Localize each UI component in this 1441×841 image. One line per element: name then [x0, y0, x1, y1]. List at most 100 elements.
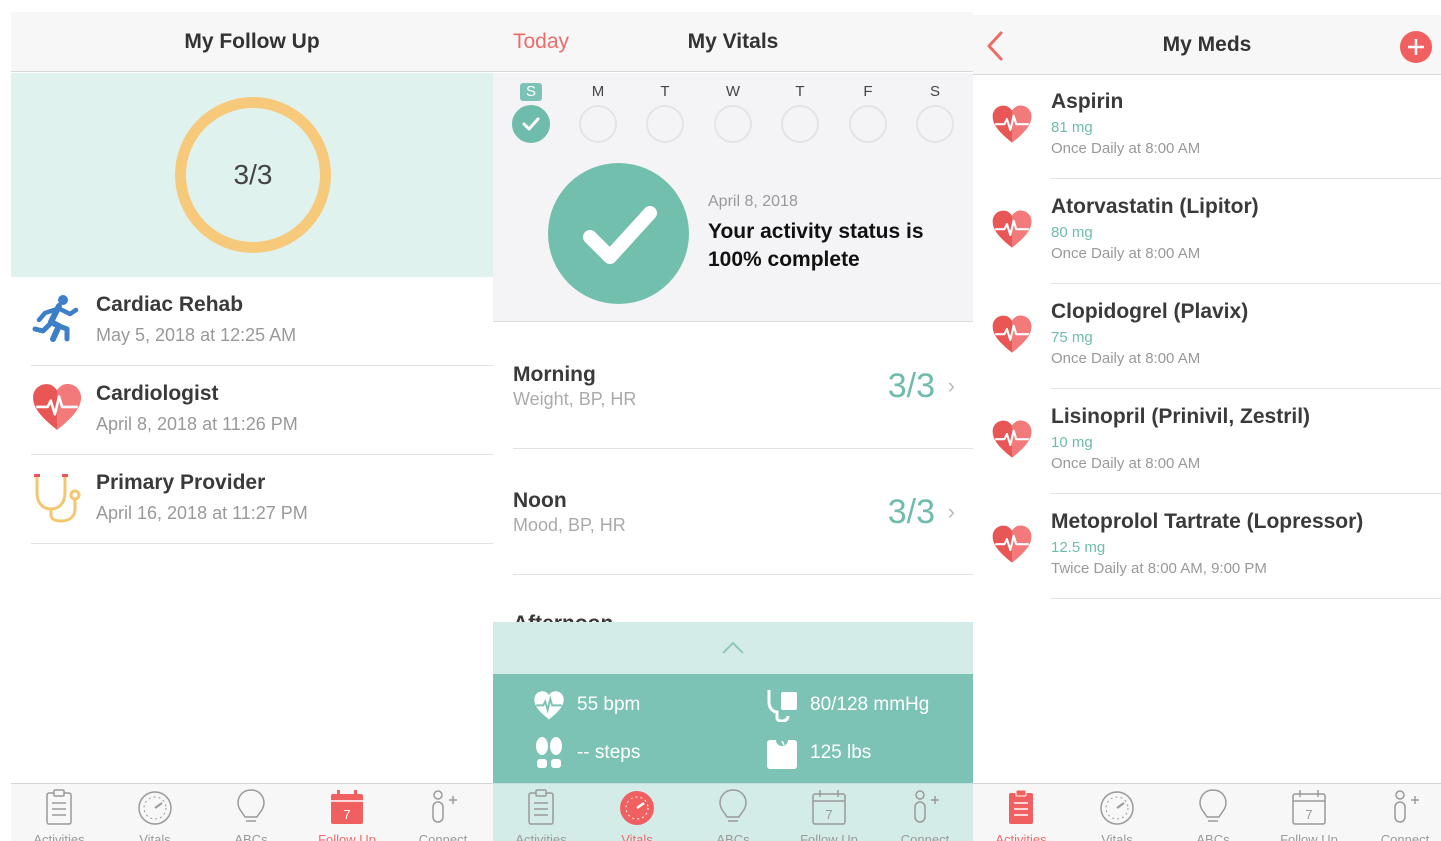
tab-vitals[interactable]: Vitals	[1069, 788, 1165, 841]
med-name: Metoprolol Tartrate (Lopressor)	[1051, 510, 1364, 533]
heart-icon	[31, 382, 83, 434]
tab-connect[interactable]: Connect	[877, 788, 973, 841]
tab-vitals[interactable]: Vitals	[107, 788, 203, 841]
week-status-header: S M T W T F S April 8, 2018 Your activit…	[493, 73, 973, 322]
person-add-icon	[914, 790, 939, 823]
progress-label: 3/3	[233, 159, 273, 190]
lightbulb-icon	[1199, 789, 1227, 822]
med-dose: 80 mg	[1051, 224, 1093, 241]
weight-metric: 125 lbs	[766, 736, 966, 770]
tab-label: Follow Up	[1280, 832, 1338, 841]
item-date: May 5, 2018 at 12:25 AM	[96, 325, 297, 345]
clipboard-icon	[46, 789, 72, 825]
heart-icon	[991, 209, 1033, 251]
day-sunday[interactable]: S	[511, 83, 551, 143]
med-dose: 81 mg	[1051, 119, 1093, 136]
tab-abcs[interactable]: ABCs	[1165, 788, 1261, 841]
row-count: 3/3	[887, 493, 935, 531]
vitals-row-afternoon-partial[interactable]: Afternoon	[513, 612, 613, 622]
row-title: Morning	[513, 363, 596, 386]
tab-connect[interactable]: Connect	[1357, 788, 1441, 841]
meds-navbar: My Meds	[973, 15, 1441, 75]
page-title: My Vitals	[687, 30, 779, 53]
tab-label: ABCs	[1196, 832, 1230, 841]
day-monday[interactable]: M	[578, 83, 618, 143]
day-wednesday[interactable]: W	[713, 83, 753, 143]
follow-up-item-cardiologist[interactable]: Cardiologist April 8, 2018 at 11:26 PM	[31, 366, 493, 455]
follow-up-item-primary-provider[interactable]: Primary Provider April 16, 2018 at 11:27…	[31, 455, 493, 544]
vitals-row-morning[interactable]: Morning Weight, BP, HR 3/3 ›	[513, 323, 973, 449]
med-item-metoprolol[interactable]: Metoprolol Tartrate (Lopressor) 12.5 mg …	[1051, 494, 1441, 599]
day-letter: M	[591, 83, 605, 100]
med-item-lisinopril[interactable]: Lisinopril (Prinivil, Zestril) 10 mg Onc…	[1051, 389, 1441, 494]
follow-up-navbar: My Follow Up	[11, 12, 493, 72]
row-count: 3/3	[887, 367, 935, 405]
drawer-handle[interactable]	[493, 622, 973, 674]
day-friday[interactable]: F	[848, 83, 888, 143]
blood-pressure-metric: 80/128 mmHg	[766, 688, 966, 722]
tab-activities[interactable]: Activities	[493, 788, 589, 841]
tab-bar: Activities Vitals ABCs 7 Follow Up Conne…	[493, 783, 973, 841]
gauge-icon	[138, 791, 172, 825]
day-tuesday[interactable]: T	[645, 83, 685, 143]
gauge-icon	[1100, 791, 1134, 825]
follow-up-item-cardiac-rehab[interactable]: Cardiac Rehab May 5, 2018 at 12:25 AM	[31, 277, 493, 366]
tab-label: Connect	[418, 832, 468, 841]
tab-label: Vitals	[621, 832, 653, 841]
calendar-icon: 7	[812, 790, 846, 825]
med-item-clopidogrel[interactable]: Clopidogrel (Plavix) 75 mg Once Daily at…	[1051, 284, 1441, 389]
tab-bar: Activities Vitals ABCs 7 Follow Up Conne…	[11, 783, 493, 841]
med-dose: 12.5 mg	[1051, 539, 1106, 556]
day-indicator	[916, 105, 954, 143]
day-letter: T	[660, 83, 670, 100]
tab-label: Activities	[995, 832, 1047, 841]
page-title: My Meds	[1162, 33, 1252, 56]
tab-bar: Activities Vitals ABCs 7 Follow Up Conne…	[973, 783, 1441, 841]
status-date: April 8, 2018	[708, 193, 798, 210]
med-item-aspirin[interactable]: Aspirin 81 mg Once Daily at 8:00 AM	[1051, 74, 1441, 179]
blood-pressure-value: 80/128 mmHg	[810, 694, 930, 715]
tab-activities[interactable]: Activities	[973, 788, 1069, 841]
clipboard-icon	[528, 789, 554, 825]
vitals-row-noon[interactable]: Noon Mood, BP, HR 3/3 ›	[513, 449, 973, 575]
tab-label: Vitals	[1101, 832, 1133, 841]
tab-activities[interactable]: Activities	[11, 788, 107, 841]
stethoscope-icon	[34, 474, 81, 523]
day-saturday[interactable]: S	[915, 83, 955, 143]
heart-icon	[991, 524, 1033, 566]
add-med-button[interactable]	[1400, 31, 1432, 63]
row-subtitle: Weight, BP, HR	[513, 389, 637, 409]
tab-vitals[interactable]: Vitals	[589, 788, 685, 841]
med-schedule: Once Daily at 8:00 AM	[1051, 350, 1201, 367]
plus-icon	[1408, 39, 1424, 55]
tab-follow-up[interactable]: 7 Follow Up	[781, 788, 877, 841]
footprints-icon	[536, 737, 562, 768]
tab-abcs[interactable]: ABCs	[203, 788, 299, 841]
clipboard-icon	[1009, 789, 1033, 824]
calendar-icon: 7	[331, 790, 363, 824]
tab-label: ABCs	[234, 832, 268, 841]
heart-icon	[991, 419, 1033, 461]
med-name: Clopidogrel (Plavix)	[1051, 300, 1249, 323]
item-title: Primary Provider	[96, 471, 266, 494]
med-name: Aspirin	[1051, 90, 1124, 113]
item-date: April 16, 2018 at 11:27 PM	[96, 503, 308, 523]
tab-connect[interactable]: Connect	[395, 788, 491, 841]
day-thursday[interactable]: T	[780, 83, 820, 143]
day-complete-indicator	[512, 105, 550, 143]
calendar-day: 7	[343, 807, 350, 822]
vitals-navbar: Today My Vitals	[493, 12, 973, 72]
med-schedule: Twice Daily at 8:00 AM, 9:00 PM	[1051, 560, 1267, 577]
tab-follow-up[interactable]: 7 Follow Up	[1261, 788, 1357, 841]
weight-value: 125 lbs	[810, 742, 872, 763]
tab-label: ABCs	[716, 832, 750, 841]
med-item-atorvastatin[interactable]: Atorvastatin (Lipitor) 80 mg Once Daily …	[1051, 179, 1441, 284]
tab-follow-up[interactable]: 7 Follow Up	[299, 788, 395, 841]
day-indicator	[714, 105, 752, 143]
person-add-icon	[1394, 790, 1419, 823]
tab-label: Activities	[33, 832, 85, 841]
tab-abcs[interactable]: ABCs	[685, 788, 781, 841]
status-message: Your activity status is 100% complete	[708, 220, 924, 271]
med-schedule: Once Daily at 8:00 AM	[1051, 245, 1201, 262]
heart-icon	[991, 314, 1033, 356]
